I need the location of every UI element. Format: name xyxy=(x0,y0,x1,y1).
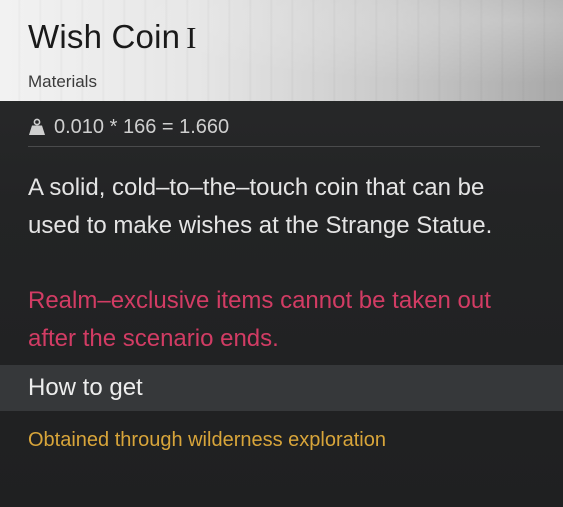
item-name: Wish Coin xyxy=(28,18,181,55)
how-to-get-title: How to get xyxy=(28,374,143,401)
acquisition-source: Obtained through wilderness exploration xyxy=(28,429,386,451)
item-tooltip: Wish Coin I Materials 0.010 * 166 = 1.660… xyxy=(0,0,563,507)
realm-warning: Realm–exclusive items cannot be taken ou… xyxy=(28,287,491,352)
item-description: A solid, cold–to–the–touch coin that can… xyxy=(28,174,493,239)
item-header: Wish Coin I Materials xyxy=(0,0,563,101)
item-title: Wish Coin I xyxy=(28,18,197,56)
item-rank: I xyxy=(186,20,197,55)
weight-icon xyxy=(28,118,46,136)
item-category: Materials xyxy=(28,72,97,91)
weight-row: 0.010 * 166 = 1.660 xyxy=(28,114,229,140)
weight-formula: 0.010 * 166 = 1.660 xyxy=(54,115,230,138)
how-to-get-header: How to get xyxy=(0,365,563,411)
divider xyxy=(28,146,540,147)
